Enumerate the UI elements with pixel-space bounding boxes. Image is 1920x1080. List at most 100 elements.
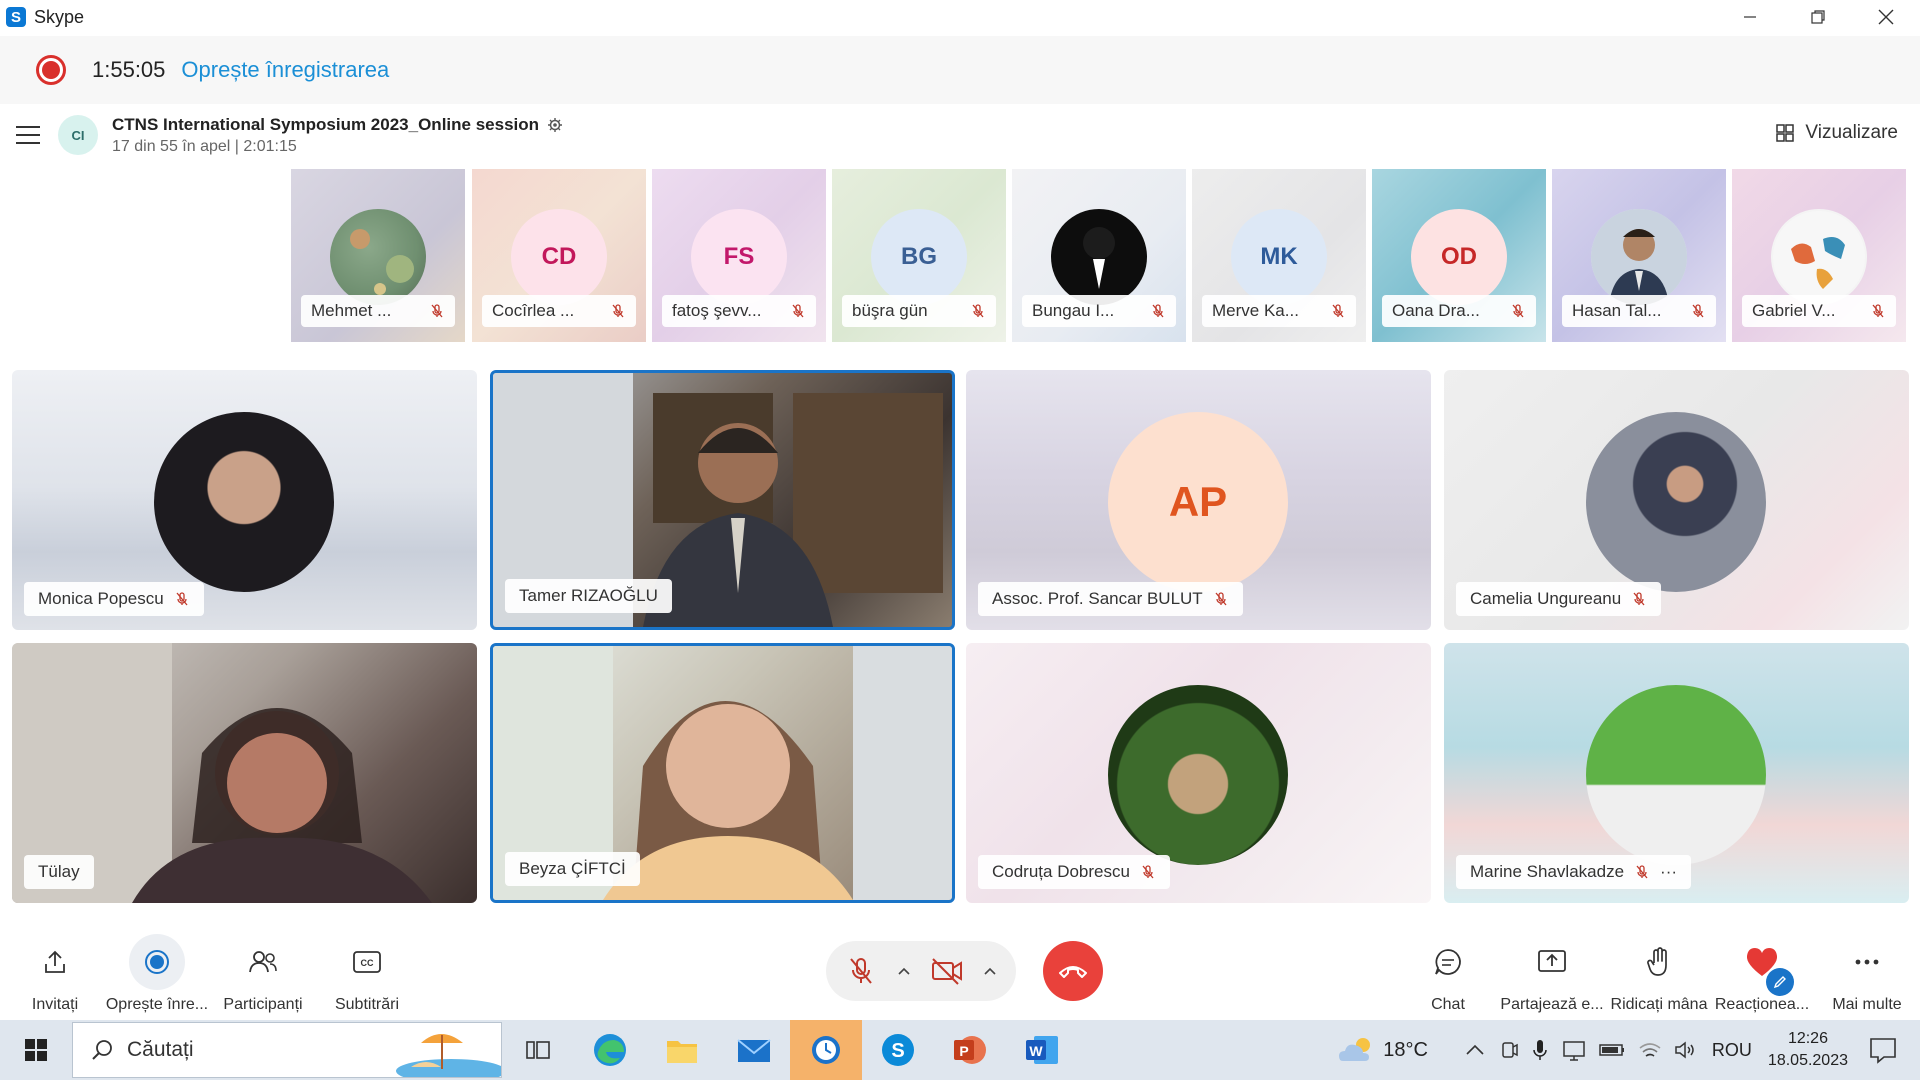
mic-off-icon xyxy=(1142,865,1154,879)
participant-initials: FS xyxy=(691,209,787,305)
search-placeholder: Căutați xyxy=(127,1038,194,1061)
word-icon: W xyxy=(1026,1036,1058,1064)
participant-tile[interactable]: Camelia Ungureanu xyxy=(1444,370,1909,630)
participant-tile[interactable]: Marine Shavlakadze ··· xyxy=(1444,643,1909,903)
camera-off-button[interactable] xyxy=(924,946,970,996)
participant-name: Gabriel V... xyxy=(1752,301,1836,320)
participant-name-pill: fatoş şevv... xyxy=(662,295,816,327)
end-call-button[interactable] xyxy=(1043,941,1103,1001)
mic-off-icon xyxy=(176,592,188,606)
participant-photo xyxy=(1051,209,1147,305)
view-label: Vizualizare xyxy=(1805,122,1898,143)
windows-taskbar: Căutați S P W 18°C ROU 12:26 18.05.2023 xyxy=(0,1020,1920,1080)
skype-icon: S xyxy=(882,1034,914,1066)
mail-icon xyxy=(737,1039,771,1062)
mail-button[interactable] xyxy=(718,1020,790,1080)
clock-time: 12:26 xyxy=(1787,1030,1828,1047)
participant-thumb[interactable]: MK Merve Ka... xyxy=(1192,169,1366,342)
participant-name: Assoc. Prof. Sancar BULUT xyxy=(992,589,1203,608)
participants-button[interactable]: Participanți xyxy=(208,925,318,1020)
participant-name-pill: Codruța Dobrescu xyxy=(978,855,1170,889)
restore-button[interactable] xyxy=(1784,0,1852,34)
clock-app-button[interactable] xyxy=(790,1020,862,1080)
participant-thumb[interactable]: OD Oana Dra... xyxy=(1372,169,1546,342)
battery-icon[interactable] xyxy=(1598,1042,1626,1058)
planets-image xyxy=(350,229,414,295)
participant-name: Monica Popescu xyxy=(38,589,164,608)
stop-recording-link[interactable]: Oprește înregistrarea xyxy=(181,57,389,83)
participant-tile[interactable]: AP Assoc. Prof. Sancar BULUT xyxy=(966,370,1431,630)
participant-name-pill: Merve Ka... xyxy=(1202,295,1356,327)
chat-button[interactable]: Chat xyxy=(1393,925,1503,1020)
participant-name: Oana Dra... xyxy=(1392,301,1480,320)
mic-off-icon xyxy=(1512,304,1524,318)
participant-initials: MK xyxy=(1231,209,1327,305)
language-indicator[interactable]: ROU xyxy=(1712,1040,1752,1061)
heart-icon xyxy=(1734,934,1794,996)
close-button[interactable] xyxy=(1852,0,1920,34)
participant-thumb[interactable]: Gabriel V... xyxy=(1732,169,1906,342)
raise-hand-label: Ridicați mâna xyxy=(1610,996,1708,1013)
participant-thumb[interactable]: Mehmet ... xyxy=(291,169,465,342)
participant-name: Codruța Dobrescu xyxy=(992,862,1130,881)
participant-tile[interactable]: Codruța Dobrescu xyxy=(966,643,1431,903)
chevron-up-icon[interactable] xyxy=(1464,1042,1486,1058)
subtitles-label: Subtitrări xyxy=(334,996,400,1013)
participant-photo xyxy=(1591,209,1687,305)
clock[interactable]: 12:26 18.05.2023 xyxy=(1768,1028,1848,1072)
meet-now-icon[interactable] xyxy=(1500,1039,1518,1061)
mic-off-icon xyxy=(1872,304,1884,318)
invite-button[interactable]: Invitați xyxy=(0,925,110,1020)
mic-off-icon xyxy=(612,304,624,318)
participant-name: Cocîrlea ... xyxy=(492,301,575,320)
menu-icon[interactable] xyxy=(16,126,40,144)
taskbar-search[interactable]: Căutați xyxy=(72,1022,502,1078)
minimize-button[interactable] xyxy=(1716,0,1784,34)
task-view-button[interactable] xyxy=(502,1020,574,1080)
participant-thumb[interactable]: FS fatoş şevv... xyxy=(652,169,826,342)
call-title: CTNS International Symposium 2023_Online… xyxy=(112,114,540,134)
participant-avatar xyxy=(1108,685,1288,865)
participant-name-pill: Oana Dra... xyxy=(1382,295,1536,327)
participant-tile[interactable]: Monica Popescu xyxy=(12,370,477,630)
microphone-off-button[interactable] xyxy=(838,946,884,996)
participant-tile-active[interactable]: Beyza ÇİFTCİ xyxy=(490,643,955,903)
mic-options-button[interactable] xyxy=(890,946,918,996)
microphone-icon[interactable] xyxy=(1532,1038,1548,1062)
react-button[interactable]: Reacționea... xyxy=(1707,925,1817,1020)
skype-window: S Skype 1:55:05 Oprește înregistrarea CI… xyxy=(0,0,1920,1080)
participant-thumb[interactable]: BG büşra gün xyxy=(832,169,1006,342)
weather-cloud-icon[interactable] xyxy=(1337,1033,1377,1067)
participant-tile-active[interactable]: Tamer RIZAOĞLU xyxy=(490,370,955,630)
wifi-icon[interactable] xyxy=(1638,1040,1662,1060)
file-explorer-button[interactable] xyxy=(646,1020,718,1080)
more-button[interactable]: Mai multe xyxy=(1812,925,1920,1020)
view-button[interactable]: Vizualizare xyxy=(1775,122,1898,144)
participant-thumb[interactable]: CD Cocîrlea ... xyxy=(472,169,646,342)
gear-icon[interactable] xyxy=(547,117,563,133)
edit-pencil-icon xyxy=(1766,968,1794,996)
people-icon xyxy=(235,934,291,990)
participant-thumb[interactable]: Bungau I... xyxy=(1012,169,1186,342)
display-icon[interactable] xyxy=(1562,1039,1586,1061)
participant-tile[interactable]: Tülay xyxy=(12,643,477,903)
stop-recording-label: Oprește înre... xyxy=(105,996,209,1013)
notifications-icon[interactable] xyxy=(1868,1036,1898,1064)
raise-hand-button[interactable]: Ridicați mâna xyxy=(1604,925,1714,1020)
word-button[interactable]: W xyxy=(1006,1020,1078,1080)
subtitles-button[interactable]: CC Subtitrări xyxy=(312,925,422,1020)
edge-button[interactable] xyxy=(574,1020,646,1080)
group-avatar[interactable]: CI xyxy=(58,115,98,155)
stop-recording-button[interactable]: Oprește înre... xyxy=(102,925,212,1020)
participant-name-pill: Cocîrlea ... xyxy=(482,295,636,327)
grid-view-icon xyxy=(1776,124,1795,142)
start-button[interactable] xyxy=(0,1020,72,1080)
participant-thumb[interactable]: Hasan Tal... xyxy=(1552,169,1726,342)
more-options-icon[interactable]: ··· xyxy=(1660,862,1677,882)
share-screen-button[interactable]: Partajează e... xyxy=(1497,925,1607,1020)
camera-off-icon xyxy=(932,958,963,985)
skype-taskbar-button[interactable]: S xyxy=(862,1020,934,1080)
camera-options-button[interactable] xyxy=(976,946,1004,996)
powerpoint-button[interactable]: P xyxy=(934,1020,1006,1080)
volume-icon[interactable] xyxy=(1674,1040,1698,1060)
